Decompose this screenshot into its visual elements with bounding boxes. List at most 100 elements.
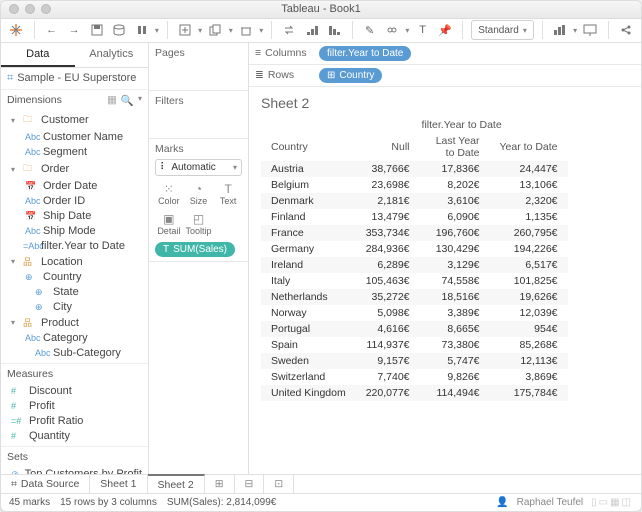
table-row[interactable]: Finland13,479€6,090€1,135€ xyxy=(261,209,568,225)
table-row[interactable]: Belgium23,698€8,202€13,106€ xyxy=(261,177,568,193)
tab-sheet1[interactable]: Sheet 1 xyxy=(90,475,147,493)
table-row[interactable]: Germany284,936€130,429€194,226€ xyxy=(261,241,568,257)
header-lytd[interactable]: Last Year to Date xyxy=(420,133,490,161)
field-customer-name[interactable]: AbcCustomer Name xyxy=(1,130,148,145)
pill-columns-ytd[interactable]: filter.Year to Date xyxy=(319,46,411,61)
field-ship-mode[interactable]: AbcShip Mode xyxy=(1,224,148,239)
minimize-window-icon[interactable] xyxy=(25,4,35,14)
tab-data-source[interactable]: ⌗Data Source xyxy=(1,475,90,493)
table-row[interactable]: United Kingdom220,077€114,494€175,784€ xyxy=(261,385,568,401)
header-ytd[interactable]: Year to Date xyxy=(490,133,568,161)
tableau-logo-icon[interactable] xyxy=(7,20,26,40)
color-icon: ⁙ xyxy=(155,182,183,196)
share-button[interactable] xyxy=(617,20,636,40)
set-top-customers[interactable]: ⊘Top Customers by Profit xyxy=(1,467,148,474)
table-row[interactable]: Switzerland7,740€9,826€3,869€ xyxy=(261,369,568,385)
fit-dropdown[interactable]: Standard▾ xyxy=(471,20,534,40)
field-order-id[interactable]: AbcOrder ID xyxy=(1,194,148,209)
header-null[interactable]: Null xyxy=(356,133,420,161)
titlebar: Tableau - Book1 xyxy=(1,1,641,19)
measures-header: Measures xyxy=(1,363,148,384)
presentation-button[interactable] xyxy=(581,20,600,40)
header-country[interactable]: Country xyxy=(261,133,356,161)
field-segment[interactable]: AbcSegment xyxy=(1,145,148,160)
filters-shelf[interactable]: Filters xyxy=(149,91,248,139)
table-row[interactable]: Austria38,766€17,836€24,447€ xyxy=(261,161,568,177)
view-switch-icons[interactable]: ▯▭▦◫ xyxy=(591,497,633,508)
marks-type-dropdown[interactable]: ⠇Automatic ▾ xyxy=(155,159,242,176)
table-row[interactable]: Italy105,463€74,558€101,825€ xyxy=(261,273,568,289)
folder-location[interactable]: ▾品Location xyxy=(1,254,148,270)
tab-analytics[interactable]: Analytics xyxy=(75,43,149,67)
folder-product[interactable]: ▾品Product xyxy=(1,315,148,331)
pin-button[interactable]: 📌 xyxy=(436,20,455,40)
table-row[interactable]: Netherlands35,272€18,516€19,626€ xyxy=(261,289,568,305)
menu-icon[interactable]: ▾ xyxy=(138,94,142,107)
pause-updates-button[interactable] xyxy=(132,20,151,40)
field-profit-ratio[interactable]: =#Profit Ratio xyxy=(1,414,148,429)
show-me-button[interactable] xyxy=(551,20,570,40)
undo-button[interactable]: ← xyxy=(42,20,61,40)
rows-shelf[interactable]: ≣Rows ⊞Country xyxy=(249,65,641,87)
table-row[interactable]: Norway5,098€3,389€12,039€ xyxy=(261,305,568,321)
new-story-button[interactable]: ⊡ xyxy=(264,475,294,493)
folder-customer[interactable]: ▾🗀Customer xyxy=(1,111,148,130)
field-profit[interactable]: #Profit xyxy=(1,399,148,414)
folder-order[interactable]: ▾🗀Order xyxy=(1,160,148,179)
marks-size[interactable]: ◔Size xyxy=(185,180,213,208)
field-category[interactable]: AbcCategory xyxy=(1,331,148,346)
table-row[interactable]: Ireland6,289€3,129€6,517€ xyxy=(261,257,568,273)
marks-color[interactable]: ⁙Color xyxy=(155,180,183,208)
pill-sum-sales[interactable]: TSUM(Sales) xyxy=(155,242,235,257)
field-state[interactable]: ⊕State xyxy=(1,285,148,300)
traffic-lights xyxy=(1,4,51,14)
tab-data[interactable]: Data xyxy=(1,43,75,67)
close-window-icon[interactable] xyxy=(9,4,19,14)
highlight-button[interactable]: ✎ xyxy=(360,20,379,40)
data-pane: Data Analytics ⌗ Sample - EU Superstore … xyxy=(1,43,149,474)
search-icon[interactable]: 🔍 xyxy=(121,94,134,107)
sort-asc-button[interactable] xyxy=(303,20,322,40)
dimensions-header: Dimensions ▦🔍▾ xyxy=(1,90,148,111)
table-row[interactable]: France353,734€196,760€260,795€ xyxy=(261,225,568,241)
totals-button[interactable]: T xyxy=(413,20,432,40)
pill-rows-country[interactable]: ⊞Country xyxy=(319,68,382,83)
new-sheet-button[interactable] xyxy=(176,20,195,40)
columns-shelf[interactable]: ≡Columns filter.Year to Date xyxy=(249,43,641,65)
field-quantity[interactable]: #Quantity xyxy=(1,429,148,444)
swap-button[interactable] xyxy=(280,20,299,40)
table-row[interactable]: Denmark2,181€3,610€2,320€ xyxy=(261,193,568,209)
field-country[interactable]: ⊕Country xyxy=(1,270,148,285)
redo-button[interactable]: → xyxy=(65,20,84,40)
tab-sheet2[interactable]: Sheet 2 xyxy=(148,474,205,493)
field-discount[interactable]: #Discount xyxy=(1,384,148,399)
marks-text[interactable]: TText xyxy=(214,180,242,208)
status-dims: 15 rows by 3 columns xyxy=(60,497,157,508)
text-icon: T xyxy=(163,244,169,255)
new-worksheet-button[interactable]: ⊞ xyxy=(205,475,235,493)
automatic-icon: ⠇ xyxy=(160,162,167,173)
field-filter-ytd[interactable]: =Abcfilter.Year to Date xyxy=(1,239,148,254)
field-ship-date[interactable]: 📅Ship Date xyxy=(1,209,148,224)
marks-tooltip[interactable]: ◰Tooltip xyxy=(185,210,213,238)
duplicate-button[interactable] xyxy=(206,20,225,40)
field-city[interactable]: ⊕City xyxy=(1,300,148,315)
sheet-title[interactable]: Sheet 2 xyxy=(261,95,629,111)
sort-desc-button[interactable] xyxy=(325,20,344,40)
datasource-item[interactable]: ⌗ Sample - EU Superstore xyxy=(1,68,148,90)
text-icon: T xyxy=(214,182,242,196)
view-data-icon[interactable]: ▦ xyxy=(107,94,117,107)
table-row[interactable]: Portugal4,616€8,665€954€ xyxy=(261,321,568,337)
field-order-date[interactable]: 📅Order Date xyxy=(1,179,148,194)
pages-shelf[interactable]: Pages xyxy=(149,43,248,91)
field-sub-category[interactable]: AbcSub-Category xyxy=(1,346,148,361)
clear-button[interactable] xyxy=(237,20,256,40)
marks-detail[interactable]: ▣Detail xyxy=(155,210,183,238)
new-datasource-button[interactable] xyxy=(110,20,129,40)
table-row[interactable]: Sweden9,157€5,747€12,113€ xyxy=(261,353,568,369)
save-button[interactable] xyxy=(87,20,106,40)
table-row[interactable]: Spain114,937€73,380€85,268€ xyxy=(261,337,568,353)
new-dashboard-button[interactable]: ⊟ xyxy=(235,475,265,493)
zoom-window-icon[interactable] xyxy=(41,4,51,14)
group-button[interactable] xyxy=(383,20,402,40)
